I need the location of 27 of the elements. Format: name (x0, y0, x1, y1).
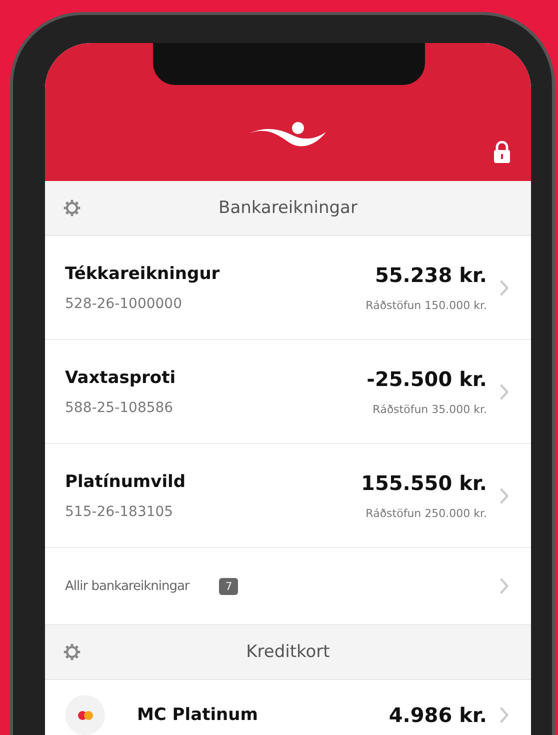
chevron-right-icon (499, 382, 509, 402)
chevron-right-icon (499, 705, 509, 725)
account-balance: -25.500 kr. (366, 367, 487, 391)
available-amount: Ráðstöfun 250.000 kr. (366, 507, 487, 520)
account-balance: 155.550 kr. (361, 471, 487, 495)
account-number: 515-26-183105 (65, 504, 174, 520)
all-accounts-label: Allir bankareikningar (65, 578, 190, 594)
account-name: Vaxtasproti (65, 368, 177, 388)
card-name: MC Platinum (137, 705, 259, 725)
account-number: 528-26-1000000 (65, 296, 183, 312)
chevron-right-icon (499, 278, 509, 298)
section-title: Kreditkort (245, 642, 331, 662)
available-amount: Ráðstöfun 35.000 kr. (372, 403, 487, 416)
account-name: Tékkareikningur (65, 264, 221, 284)
account-number: 588-25-108586 (65, 400, 174, 416)
card-balance: 4.986 kr. (388, 703, 487, 727)
count-badge: 7 (219, 578, 238, 594)
settings-icon (63, 643, 81, 661)
settings-icon (63, 199, 81, 217)
card-logo-icon (65, 695, 105, 735)
available-amount: Ráðstöfun 150.000 kr. (366, 299, 487, 312)
section-title: Bankareikningar (218, 198, 358, 218)
chevron-right-icon (499, 486, 509, 506)
lock-icon[interactable] (493, 141, 511, 163)
account-name: Platínumvild (65, 472, 187, 492)
chevron-right-icon (499, 576, 509, 596)
account-balance: 55.238 kr. (374, 263, 487, 287)
